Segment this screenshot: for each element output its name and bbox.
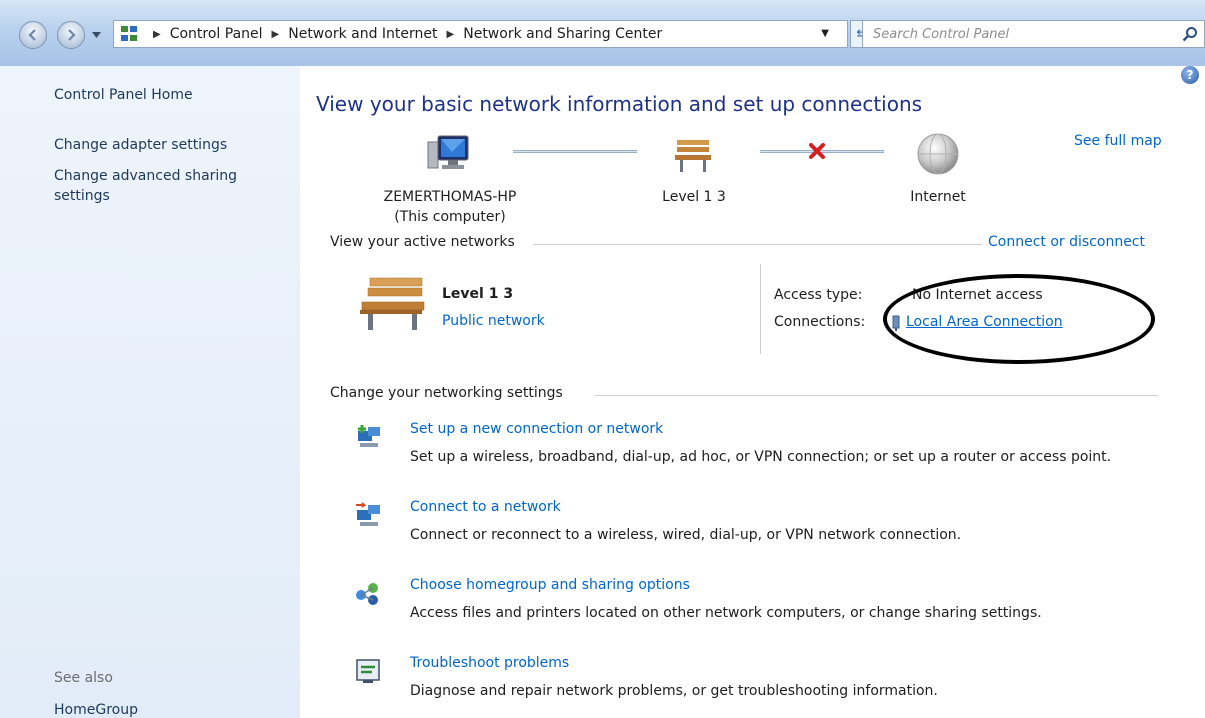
back-arrow-icon [28,29,36,41]
map-connection-line [513,150,637,153]
task-description: Diagnose and repair network problems, or… [410,683,938,699]
control-panel-icon [120,25,138,43]
main-content: View your basic network information and … [300,66,1205,718]
bench-network-icon [358,274,430,332]
section-divider [595,395,1158,396]
see-full-map-link[interactable]: See full map [1074,133,1162,149]
breadcrumb-network-and-internet[interactable]: Network and Internet [288,26,437,42]
bench-network-icon[interactable] [673,134,713,174]
homegroup-sharing-link[interactable]: Choose homegroup and sharing options [410,577,690,593]
sidebar-item-homegroup[interactable]: HomeGroup [54,702,138,718]
address-dropdown-icon[interactable]: ▼ [821,28,829,39]
sidebar-item-change-advanced-sharing[interactable]: Change advanced sharing settings [54,166,274,206]
forward-arrow-icon [68,29,76,41]
breadcrumb-control-panel[interactable]: Control Panel [170,26,263,42]
address-bar[interactable]: ▶ Control Panel ▶ Network and Internet ▶… [113,20,848,48]
connect-or-disconnect-link[interactable]: Connect or disconnect [988,234,1145,250]
breadcrumb-separator[interactable]: ▶ [447,29,455,40]
new-connection-icon [354,423,382,451]
sidebar-item-control-panel-home[interactable]: Control Panel Home [54,85,193,105]
computer-icon[interactable] [426,132,470,178]
troubleshoot-icon [354,657,382,685]
no-connection-x-icon[interactable] [808,142,826,160]
breadcrumb-network-sharing-center[interactable]: Network and Sharing Center [463,26,662,42]
active-networks-header: View your active networks [330,234,515,250]
search-box[interactable] [862,20,1205,48]
page-title: View your basic network information and … [316,92,923,116]
change-settings-header: Change your networking settings [330,385,563,401]
search-icon[interactable] [1182,26,1198,46]
hand-drawn-ellipse-annotation [883,274,1155,364]
back-button[interactable] [19,21,47,49]
breadcrumb-separator[interactable]: ▶ [272,29,280,40]
section-divider [533,244,982,245]
connect-to-network-link[interactable]: Connect to a network [410,499,561,515]
troubleshoot-problems-link[interactable]: Troubleshoot problems [410,655,569,671]
window-toolbar: ▶ Control Panel ▶ Network and Internet ▶… [0,0,1205,66]
breadcrumb-separator: ▶ [153,28,161,40]
connections-label: Connections: [774,314,866,330]
task-description: Access files and printers located on oth… [410,605,1042,621]
setup-new-connection-link[interactable]: Set up a new connection or network [410,421,663,437]
task-description: Connect or reconnect to a wireless, wire… [410,527,962,543]
map-computer-sub: (This computer) [394,209,506,225]
homegroup-icon [354,579,382,607]
vertical-divider [760,264,761,354]
see-also-heading: See also [54,670,113,686]
search-input[interactable] [873,22,1173,46]
access-type-label: Access type: [774,287,863,303]
forward-button[interactable] [57,21,85,49]
recent-pages-dropdown[interactable] [90,28,102,42]
map-internet-label: Internet [910,189,966,205]
internet-globe-icon[interactable] [916,132,960,176]
map-network-name: Level 1 3 [662,189,726,205]
task-description: Set up a wireless, broadband, dial-up, a… [410,449,1112,465]
chevron-down-icon [91,32,101,38]
map-computer-name: ZEMERTHOMAS-HP [383,189,517,205]
connect-network-icon [354,501,382,529]
network-type-link[interactable]: Public network [442,313,545,329]
active-network-name: Level 1 3 [442,286,514,302]
sidebar-item-change-adapter-settings[interactable]: Change adapter settings [54,135,227,155]
left-navigation-pane: Control Panel Home Change adapter settin… [0,66,300,718]
